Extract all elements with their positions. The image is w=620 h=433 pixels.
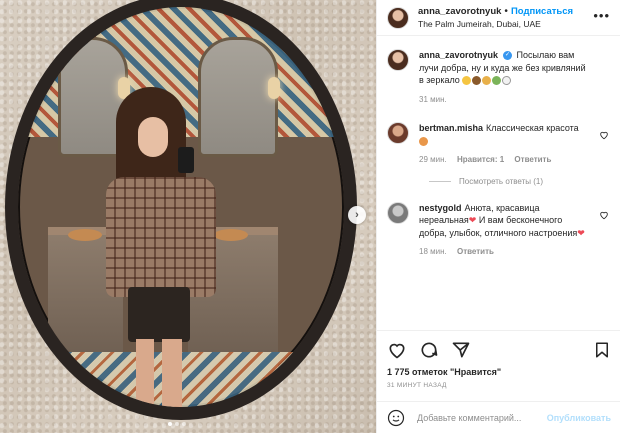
carousel-dot [182, 422, 186, 426]
carousel-dot [175, 422, 179, 426]
comment-bubble-icon[interactable] [419, 340, 439, 360]
fox-emoji-icon [419, 136, 428, 146]
caption-body: anna_zavorotnyuk ✓ Посылаю вам лучи добра… [419, 49, 589, 106]
view-replies-label: Посмотреть ответы (1) [459, 176, 544, 186]
comment-time: 18 мин. [419, 247, 447, 256]
publish-button[interactable]: Опубликовать [547, 413, 611, 423]
separator: • [504, 5, 508, 17]
comment-likes[interactable]: Нравится: 1 [457, 155, 504, 164]
follow-button[interactable]: Подписаться [511, 6, 573, 17]
commenter-avatar[interactable] [387, 201, 409, 224]
post-sidebar: anna_zavorotnyuk • Подписаться The Palm Ju… [376, 0, 620, 433]
reply-button[interactable]: Ответить [514, 155, 551, 164]
likes-count[interactable]: 1 775 отметок "Нравится" [387, 367, 611, 377]
replies-line [429, 180, 451, 182]
skirt [128, 287, 190, 342]
moon-emoji-icon [482, 76, 492, 86]
emoji-smiley-icon[interactable] [387, 409, 405, 427]
post-photo[interactable]: › [0, 0, 376, 433]
lion-emoji-icon [472, 76, 482, 86]
caption: anna_zavorotnyuk ✓ Посылаю вам лучи добра… [387, 49, 611, 106]
location-link[interactable]: The Palm Jumeirah, Dubai, UAE [418, 18, 573, 30]
comments-list: anna_zavorotnyuk ✓ Посылаю вам лучи добра… [377, 37, 620, 329]
share-paper-plane-icon[interactable] [451, 340, 471, 360]
caption-time: 31 мин. [419, 94, 447, 104]
view-replies-button[interactable]: Посмотреть ответы (1) [429, 177, 611, 186]
like-comment-heart-icon[interactable] [599, 210, 609, 220]
comment-text: Классическая красота [486, 123, 579, 133]
comment-time: 29 мин. [419, 155, 447, 164]
mirror-frame [5, 0, 357, 420]
memo-emoji-icon [502, 76, 512, 86]
author-avatar[interactable] [387, 49, 409, 71]
next-slide-button[interactable]: › [348, 206, 366, 224]
comment-username[interactable]: nestygold [419, 203, 462, 213]
commenter-avatar[interactable] [387, 122, 409, 144]
comment-meta: 18 мин. Ответить [419, 246, 589, 259]
add-comment-bar: Опубликовать [377, 401, 620, 433]
verified-badge-icon: ✓ [503, 51, 513, 61]
header-text: anna_zavorotnyuk • Подписаться The Palm Ju… [418, 6, 573, 30]
comment: bertman.misha Классическая красота 29 мин… [387, 122, 611, 167]
post-header: anna_zavorotnyuk • Подписаться The Palm Ju… [377, 0, 620, 36]
comment-meta: 29 мин. Нравится: 1 Ответить [419, 154, 589, 167]
legs [136, 339, 182, 407]
comment: nestygold Анюта, красавица нереальная❤ И … [387, 201, 611, 259]
reply-button[interactable]: Ответить [457, 247, 494, 256]
phone [178, 147, 194, 173]
comment-input[interactable] [417, 412, 537, 423]
author-username[interactable]: anna_zavorotnyuk [418, 6, 501, 17]
action-icons [387, 337, 611, 363]
like-heart-icon[interactable] [387, 340, 407, 360]
face [138, 117, 168, 157]
caption-username[interactable]: anna_zavorotnyuk [419, 50, 498, 60]
like-comment-heart-icon[interactable] [599, 130, 609, 140]
comment-body: bertman.misha Классическая красота 29 мин… [419, 122, 589, 167]
person-figure [98, 87, 238, 407]
caption-meta: 31 мин. [419, 94, 589, 107]
sun-emoji-icon [462, 76, 472, 86]
post-timestamp: 31 МИНУТ НАЗАД [387, 382, 447, 389]
red-heart-emoji-icon: ❤ [577, 227, 585, 238]
bookmark-icon[interactable] [593, 340, 611, 360]
more-options-icon[interactable]: ••• [593, 8, 610, 23]
carousel-dot [168, 422, 172, 426]
carousel-dots [168, 422, 186, 426]
comment-username[interactable]: bertman.misha [419, 123, 483, 133]
plaid-shirt [106, 177, 216, 297]
sink [68, 229, 102, 241]
author-avatar[interactable] [387, 6, 409, 29]
comment-body: nestygold Анюта, красавица нереальная❤ И … [419, 202, 589, 259]
house-emoji-icon [492, 76, 502, 86]
lamp [268, 77, 280, 99]
post-actions: 1 775 отметок "Нравится" 31 МИНУТ НАЗАД [377, 330, 620, 389]
